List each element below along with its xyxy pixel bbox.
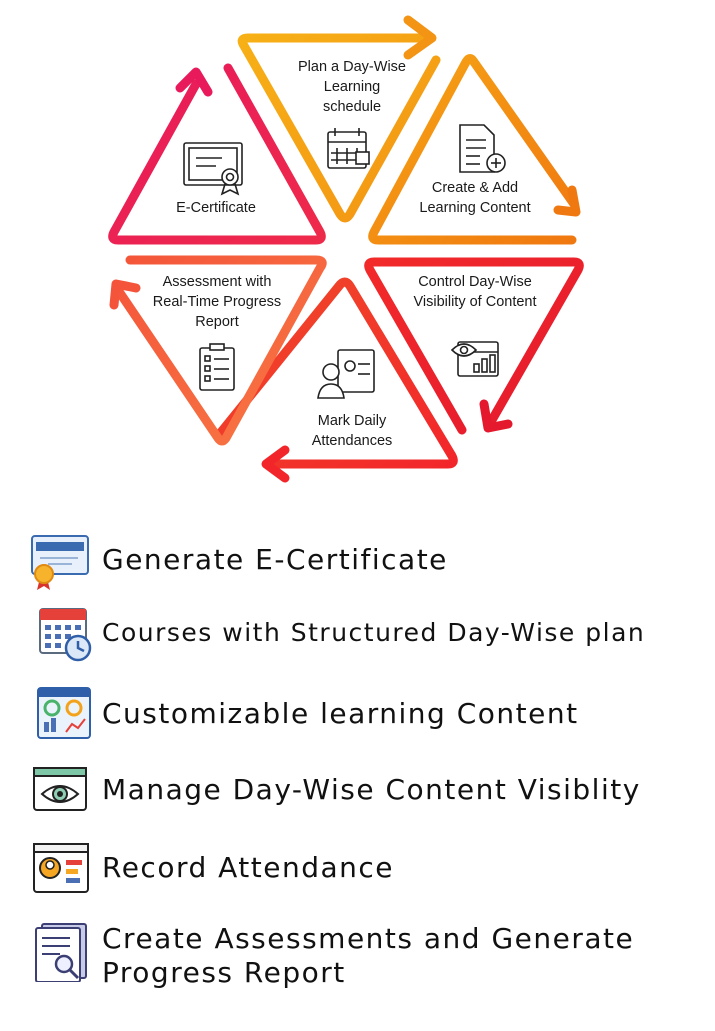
feature-content-visibility: Manage Day-Wise Content Visiblity (30, 760, 705, 820)
document-add-icon (459, 124, 506, 173)
feature-label: Manage Day-Wise Content Visiblity (102, 773, 641, 806)
attendance-card-icon (33, 843, 89, 893)
eye-dashboard-icon (450, 341, 499, 377)
report-search-icon (35, 923, 87, 982)
calendar-clock-icon (39, 608, 92, 662)
step-label-certificate: E-Certificate (176, 200, 256, 216)
step-label-plan: Plan a Day-Wise Learning schedule (298, 59, 406, 115)
feature-label: Generate E-Certificate (102, 543, 448, 576)
feature-certificate: Generate E-Certificate (30, 530, 705, 590)
feature-day-wise-plan: Courses with Structured Day-Wise plan (30, 603, 705, 663)
feature-customizable-content: Customizable learning Content (30, 684, 705, 744)
feature-label: Create Assessments and Generate Progress… (102, 922, 635, 989)
calendar-schedule-icon (327, 128, 370, 169)
certificate-badge-icon (31, 535, 89, 590)
eye-window-icon (33, 767, 87, 811)
checklist-icon (199, 343, 235, 391)
person-clipboard-icon (317, 349, 375, 399)
feature-label: Record Attendance (102, 851, 395, 884)
dashboard-icon (37, 687, 91, 739)
step-label-attendance: Mark Daily Attendances (311, 413, 393, 449)
certificate-icon (183, 142, 243, 196)
feature-label: Courses with Structured Day-Wise plan (102, 618, 646, 647)
step-label-assessment: Assessment with Real-Time Progress Repor… (152, 274, 282, 330)
step-plan-triangle (237, 15, 441, 223)
feature-label: Customizable learning Content (102, 697, 579, 730)
step-label-create: Create & Add Learning Content (419, 180, 531, 216)
feature-attendance: Record Attendance (30, 838, 705, 898)
feature-assessments: Create Assessments and Generate Progress… (30, 922, 705, 990)
step-label-control: Control Day-Wise Visibility of Content (413, 274, 537, 310)
